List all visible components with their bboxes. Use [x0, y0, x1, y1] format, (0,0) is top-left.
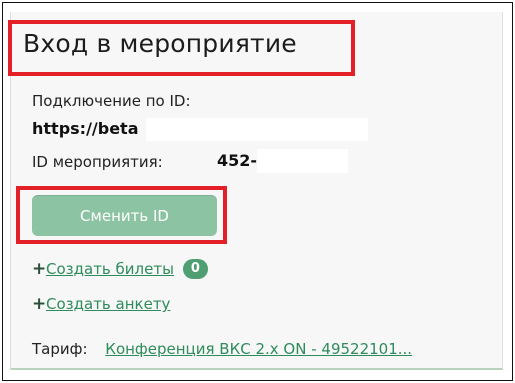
event-id-label: ID мероприятия: — [32, 153, 163, 171]
plus-icon: + — [32, 259, 47, 279]
tariff-row: Тариф: Конференция ВКС 2.x ON - 49522101… — [32, 340, 412, 358]
event-id-value: 452- — [217, 151, 258, 170]
create-form-row: + Создать анкету — [32, 293, 170, 315]
tariff-label: Тариф: — [32, 340, 88, 358]
connection-value-redaction — [146, 118, 368, 141]
plus-icon: + — [32, 294, 47, 314]
change-id-button[interactable]: Сменить ID — [32, 195, 217, 236]
event-id-redaction — [257, 149, 348, 173]
tariff-link[interactable]: Конференция ВКС 2.x ON - 49522101... — [105, 340, 412, 358]
tickets-count-badge: 0 — [182, 259, 208, 279]
connection-label: Подключение по ID: — [32, 92, 191, 110]
connection-value: https://beta — [32, 119, 139, 138]
create-form-link[interactable]: Создать анкету — [46, 295, 170, 313]
page-title: Вход в мероприятие — [23, 29, 297, 58]
create-tickets-link[interactable]: Создать билеты — [46, 260, 174, 278]
create-tickets-row: + Создать билеты 0 — [32, 258, 208, 280]
